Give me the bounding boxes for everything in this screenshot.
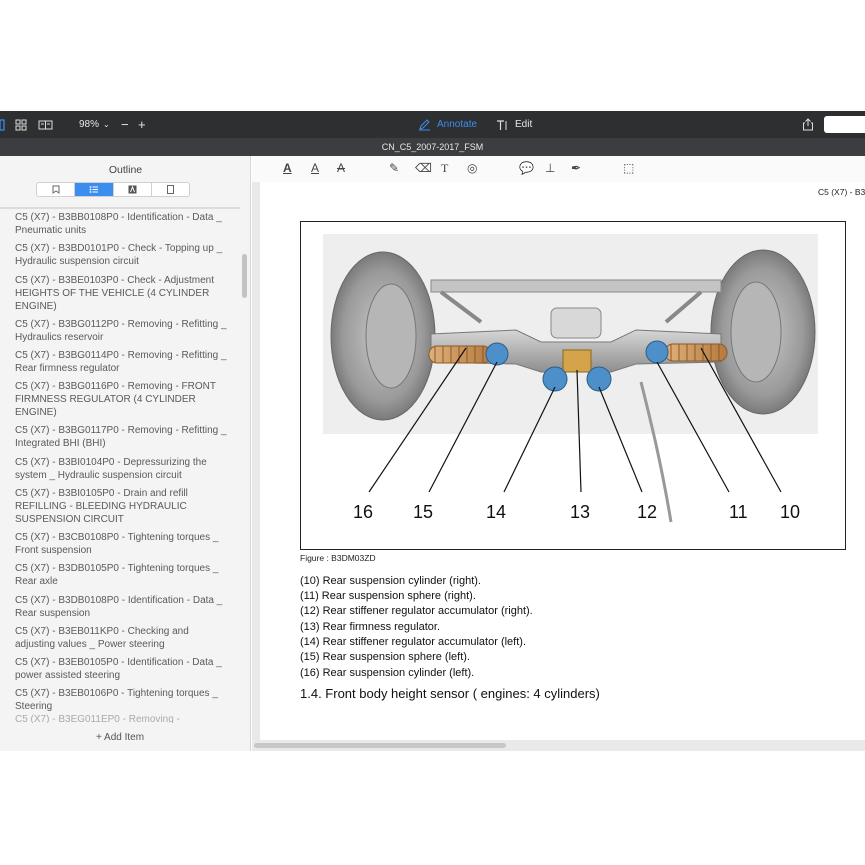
signature-icon[interactable]: ✒ bbox=[571, 161, 581, 175]
chevron-down-icon: ⌄ bbox=[103, 120, 110, 129]
callout-label-11: 11 bbox=[729, 502, 748, 522]
outline-item[interactable]: C5 (X7) - B3BG0116P0 - Removing - FRONT … bbox=[15, 381, 227, 419]
legend-item: (14) Rear stiffener regulator accumulato… bbox=[300, 636, 526, 648]
edit-label: Edit bbox=[515, 119, 533, 130]
selection-tool-icon[interactable]: ⬚ bbox=[623, 161, 634, 175]
thumbnail-grid-icon[interactable] bbox=[15, 111, 27, 138]
outline-list-icon bbox=[89, 186, 98, 193]
document-title-bar: CN_C5_2007-2017_FSM bbox=[0, 138, 865, 156]
comment-icon[interactable]: 💬 bbox=[519, 161, 534, 175]
outline-item[interactable]: C5 (X7) - B3CB0108P0 - Tightening torque… bbox=[15, 532, 227, 558]
zoom-in-button[interactable]: + bbox=[138, 111, 146, 138]
page-header: C5 (X7) - B3 bbox=[818, 187, 865, 197]
callout-label-13: 13 bbox=[570, 502, 590, 522]
outline-top-divider bbox=[0, 207, 240, 209]
sidebar-view-switcher bbox=[36, 182, 190, 197]
outline-item[interactable]: C5 (X7) - B3EB0106P0 - Tightening torque… bbox=[15, 688, 227, 714]
outline-item[interactable]: C5 (X7) - B3BD0101P0 - Check - Topping u… bbox=[15, 243, 227, 269]
right-spring bbox=[664, 343, 728, 362]
callout-label-14: 14 bbox=[486, 502, 506, 522]
tab-pages[interactable] bbox=[152, 183, 189, 196]
sidebar-toggle-icon[interactable] bbox=[0, 111, 5, 138]
page-icon bbox=[166, 185, 174, 194]
zoom-level-value: 98% bbox=[79, 119, 100, 130]
eraser-icon[interactable]: ⌫ bbox=[415, 161, 432, 175]
outline-item[interactable]: C5 (X7) - B3BI0105P0 - Drain and refill … bbox=[15, 488, 227, 526]
callout-label-15: 15 bbox=[413, 502, 433, 522]
legend-item: (16) Rear suspension cylinder (left). bbox=[300, 667, 475, 679]
outline-item[interactable]: C5 (X7) - B3EB0105P0 - Identification - … bbox=[15, 657, 227, 683]
text-underline-icon[interactable]: A bbox=[311, 161, 319, 175]
text-highlight-icon[interactable]: A bbox=[283, 161, 292, 175]
pdf-app-window: 98% ⌄ − + Annotate Edit CN_C5_2007-2017_… bbox=[0, 0, 865, 865]
zoom-level-select[interactable]: 98% ⌄ bbox=[79, 111, 110, 138]
two-page-view-icon[interactable] bbox=[38, 111, 53, 138]
outline-sidebar: Outline C5 (X7) - B3BB0108P0 - Identific… bbox=[0, 156, 251, 751]
document-title: CN_C5_2007-2017_FSM bbox=[381, 142, 484, 152]
annotate-label: Annotate bbox=[437, 119, 478, 130]
callout-label-10: 10 bbox=[780, 502, 800, 522]
suspension-figure: 16 15 14 13 12 11 10 bbox=[300, 221, 846, 550]
legend-item: (11) Rear suspension sphere (right). bbox=[300, 590, 476, 602]
outline-item[interactable]: C5 (X7) - B3BG0112P0 - Removing - Refitt… bbox=[15, 319, 227, 345]
callout-label-12: 12 bbox=[637, 502, 657, 522]
outline-item[interactable]: C5 (X7) - B3BB0108P0 - Identification - … bbox=[15, 212, 227, 238]
edit-button[interactable]: Edit bbox=[496, 111, 532, 138]
outline-item[interactable]: C5 (X7) - B3EB011KP0 - Checking and adju… bbox=[15, 626, 227, 652]
left-spring bbox=[428, 345, 492, 364]
figure-caption: Figure : B3DM03ZD bbox=[300, 553, 376, 563]
sidebar-scrollbar[interactable] bbox=[242, 254, 247, 298]
text-tool-icon[interactable]: T bbox=[441, 161, 448, 176]
edit-text-icon bbox=[497, 119, 507, 130]
legend-item: (13) Rear firmness regulator. bbox=[300, 621, 440, 633]
tab-bookmarks[interactable] bbox=[37, 183, 76, 196]
section-heading: 1.4. Front body height sensor ( engines:… bbox=[300, 686, 600, 701]
callout-label-16: 16 bbox=[353, 502, 373, 522]
outline-item[interactable]: C5 (X7) - B3EG011EP0 - Removing - bbox=[15, 714, 227, 723]
legend-item: (15) Rear suspension sphere (left). bbox=[300, 651, 470, 663]
horizontal-scrollbar[interactable] bbox=[254, 743, 506, 748]
add-item-button[interactable]: + Add Item bbox=[0, 732, 240, 743]
firmness-regulator bbox=[562, 349, 592, 373]
outline-item[interactable]: C5 (X7) - B3BE0103P0 - Check - Adjustmen… bbox=[15, 275, 227, 313]
stamp-icon[interactable]: ⊥ bbox=[545, 161, 555, 175]
pen-icon[interactable]: ✎ bbox=[389, 161, 399, 175]
outline-item[interactable]: C5 (X7) - B3DB0105P0 - Tightening torque… bbox=[15, 563, 227, 589]
annotations-icon bbox=[128, 185, 137, 194]
outline-list: C5 (X7) - B3BB0108P0 - Identification - … bbox=[0, 207, 240, 723]
outline-item[interactable]: C5 (X7) - B3BI0104P0 - Depressurizing th… bbox=[15, 457, 227, 483]
outline-item[interactable]: C5 (X7) - B3DB0108P0 - Identification - … bbox=[15, 595, 227, 621]
search-input[interactable] bbox=[824, 116, 865, 133]
zoom-out-button[interactable]: − bbox=[121, 111, 129, 138]
text-strikethrough-icon[interactable]: A bbox=[337, 161, 345, 175]
pencil-icon bbox=[419, 118, 430, 130]
bookmark-icon bbox=[52, 185, 60, 194]
main-toolbar: 98% ⌄ − + Annotate Edit bbox=[0, 111, 865, 138]
left-suspension-sphere bbox=[485, 342, 509, 366]
rear-suspension-illustration: 16 15 14 13 12 11 10 bbox=[323, 234, 818, 523]
outline-item[interactable]: C5 (X7) - B3BG0114P0 - Removing - Refitt… bbox=[15, 350, 227, 376]
sidebar-title: Outline bbox=[108, 164, 143, 176]
tab-annotations[interactable] bbox=[114, 183, 152, 196]
right-suspension-sphere bbox=[645, 340, 669, 364]
annotate-button[interactable]: Annotate bbox=[418, 111, 477, 138]
tab-outline[interactable] bbox=[75, 183, 114, 196]
share-icon[interactable] bbox=[802, 111, 814, 138]
annotation-toolbar: A A A ✎ ⌫ T ◎ 💬 ⊥ ✒ ⬚ bbox=[252, 156, 865, 182]
shape-tool-icon[interactable]: ◎ bbox=[467, 161, 477, 175]
legend-item: (12) Rear stiffener regulator accumulato… bbox=[300, 605, 533, 617]
legend-item: (10) Rear suspension cylinder (right). bbox=[300, 575, 481, 587]
outline-item[interactable]: C5 (X7) - B3BG0117P0 - Removing - Refitt… bbox=[15, 425, 227, 451]
